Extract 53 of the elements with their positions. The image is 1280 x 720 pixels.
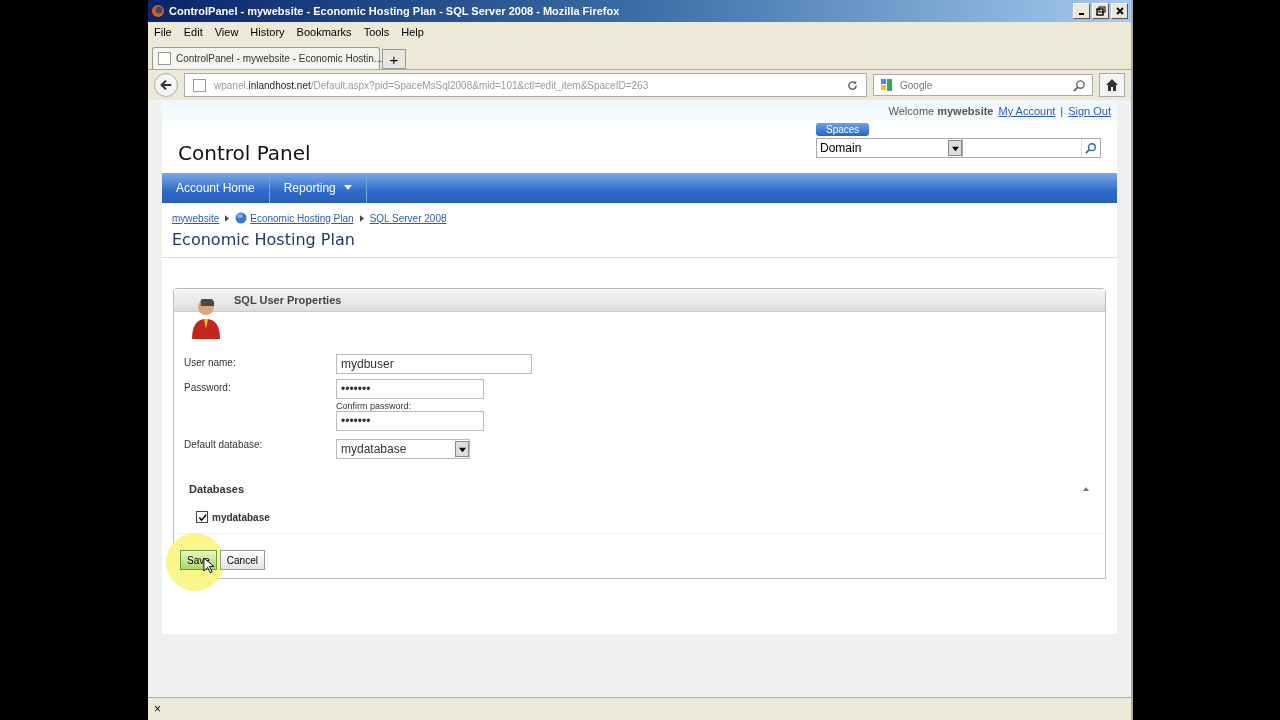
site-title: Control Panel — [178, 141, 311, 165]
sign-out-link[interactable]: Sign Out — [1068, 105, 1111, 117]
address-bar[interactable]: wpanel.inlandhost.net/Default.aspx?pid=SpaceMsSql2008&mid=101&ctl=edit_item&SpaceID=263 — [184, 73, 867, 97]
nav-menu-item[interactable]: Account Home — [162, 173, 270, 203]
my-account-link[interactable]: My Account — [998, 105, 1056, 117]
link-separator: | — [1060, 105, 1064, 117]
close-icon[interactable] — [1111, 3, 1128, 19]
menu-item[interactable]: Help — [401, 26, 424, 38]
database-dropdown[interactable]: mydatabase — [336, 439, 470, 459]
minimize-icon[interactable] — [1073, 3, 1090, 19]
new-tab-button[interactable]: + — [382, 49, 406, 69]
caret-icon — [458, 445, 466, 453]
password-field[interactable]: ••••••• — [336, 379, 484, 399]
menu-item[interactable]: History — [250, 26, 285, 38]
field-label: Confirm password: — [336, 401, 412, 411]
browser-logo-icon — [151, 4, 165, 18]
panel-title: SQL User Properties — [234, 294, 342, 306]
confirm-password-field[interactable]: ••••••• — [336, 411, 484, 431]
window-title: ControlPanel - mywebsite - Economic Hosting Plan - SQL Server 2008 - Mozilla Firefox — [169, 5, 621, 17]
spaces-label: Spaces — [816, 123, 870, 136]
home-button[interactable] — [1099, 73, 1125, 97]
menu-item[interactable]: Edit — [183, 26, 203, 38]
home-icon — [1105, 78, 1119, 92]
breadcrumb-link[interactable]: Economic Hosting Plan — [250, 212, 354, 224]
checkbox[interactable] — [196, 511, 208, 523]
browser-tab[interactable]: ControlPanel - mywebsite - Economic Hostin... — [152, 47, 380, 69]
back-button[interactable] — [154, 73, 178, 97]
menu-item[interactable]: File — [154, 26, 172, 38]
field-label: Default database: — [184, 438, 264, 452]
search-field[interactable]: Google — [873, 74, 1093, 96]
section-title: Databases — [189, 483, 245, 495]
user-name-field[interactable]: mydbuser — [336, 354, 532, 374]
welcome-text: Welcome mywebsite — [888, 105, 994, 117]
reload-icon[interactable] — [847, 79, 858, 91]
back-arrow-icon — [159, 78, 173, 92]
field-label: User name: — [184, 356, 237, 370]
form-button[interactable]: Cancel — [219, 550, 265, 570]
restore-icon[interactable] — [1092, 3, 1109, 19]
page-heading: Economic Hosting Plan — [162, 224, 1117, 258]
breadcrumb-arrow-icon — [359, 214, 364, 222]
search-icon[interactable] — [1073, 78, 1086, 92]
menu-item[interactable]: Tools — [363, 26, 390, 38]
close-button[interactable]: × — [154, 702, 161, 716]
menu-item[interactable]: View — [214, 26, 239, 38]
search-engine-icon[interactable] — [880, 78, 894, 92]
collapse-icon[interactable] — [1083, 487, 1089, 491]
checkbox-label: mydatabase — [212, 511, 270, 523]
breadcrumb-arrow-icon — [225, 214, 230, 222]
breadcrumb-link[interactable]: SQL Server 2008 — [369, 212, 447, 224]
nav-menu-item[interactable]: Reporting — [269, 173, 367, 203]
menu-item[interactable]: Bookmarks — [296, 26, 352, 38]
field-label: Password: — [184, 381, 232, 395]
breadcrumb-link[interactable]: mywebsite — [172, 212, 220, 224]
